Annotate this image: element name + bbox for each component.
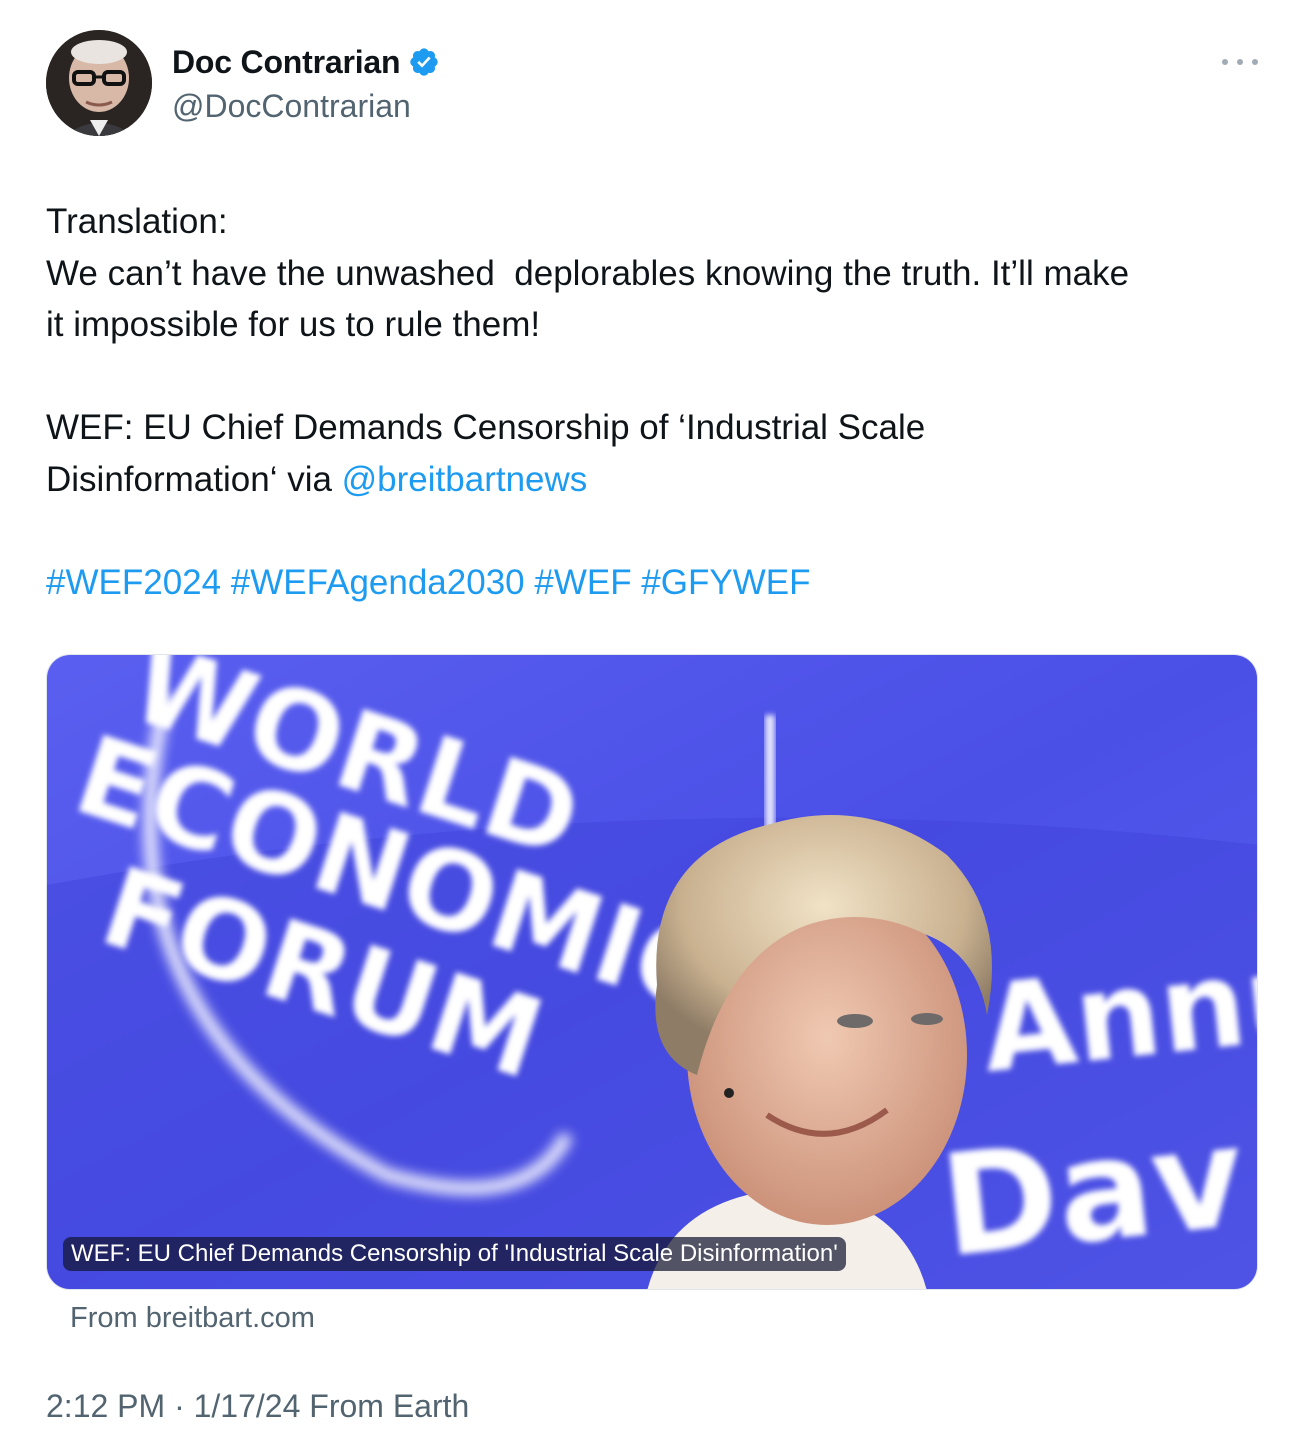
- tweet-text-line: We can’t have the unwashed deplorables k…: [46, 253, 1130, 293]
- tweet-text-fragment: Disinformation‘ via: [46, 459, 342, 499]
- more-horizontal-icon[interactable]: [1222, 50, 1258, 74]
- author-display-name[interactable]: Doc Contrarian: [172, 42, 401, 82]
- card-backdrop-word: Dav: [934, 1096, 1251, 1290]
- tweet-text: Translation: We can’t have the unwashed …: [46, 196, 1256, 608]
- author-name-row[interactable]: Doc Contrarian: [172, 42, 440, 82]
- tweet-text-line: it impossible for us to rule them!: [46, 305, 541, 344]
- tweet-text-line: WEF: EU Chief Demands Censorship of ‘Ind…: [46, 408, 926, 447]
- verified-badge-icon: [410, 48, 439, 76]
- card-caption: WEF: EU Chief Demands Censorship of 'Ind…: [63, 1237, 846, 1271]
- tweet-text-line: Disinformation‘ via @breitbartnews: [46, 454, 1256, 506]
- link-preview-card[interactable]: WORLD ECONOMIC FORUM Annu Dav WEF: EU Ch…: [46, 654, 1258, 1290]
- tweet-timestamp[interactable]: 2:12 PM · 1/17/24 From Earth: [46, 1386, 469, 1426]
- card-image: WORLD ECONOMIC FORUM Annu Dav: [47, 655, 1257, 1290]
- card-source-link[interactable]: From breitbart.com: [70, 1298, 315, 1338]
- avatar-photo: [46, 30, 152, 136]
- mention-link[interactable]: @breitbartnews: [342, 460, 588, 499]
- tweet-text-line: Translation:: [46, 202, 228, 241]
- author-handle[interactable]: @DocContrarian: [172, 86, 411, 126]
- hashtags-link[interactable]: #WEF2024 #WEFAgenda2030 #WEF #GFYWEF: [46, 557, 1256, 609]
- avatar[interactable]: [46, 30, 152, 136]
- tweet: Doc Contrarian @DocContrarian Translatio…: [0, 0, 1301, 1444]
